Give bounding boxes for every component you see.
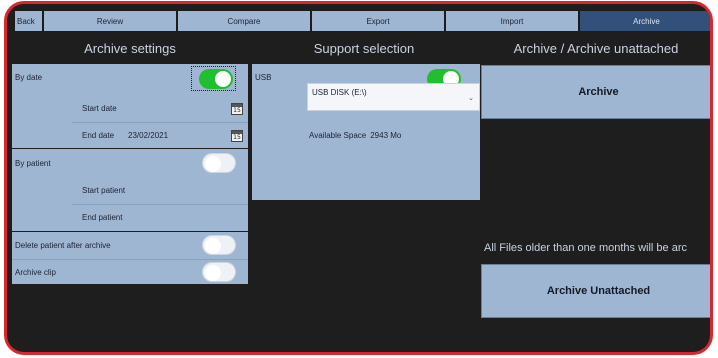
start-date-calendar-icon[interactable]: 15 (231, 103, 243, 115)
archive-clip-label: Archive clip (15, 268, 56, 277)
archive-clip-toggle[interactable] (202, 262, 236, 282)
archive-unattached-button[interactable]: Archive Unattached (481, 264, 710, 318)
by-patient-label: By patient (15, 159, 51, 168)
start-patient-label: Start patient (82, 186, 126, 195)
delete-patient-label: Delete patient after archive (15, 241, 111, 250)
end-date-calendar-icon[interactable]: 15 (231, 130, 243, 142)
support-selection-title: Support selection (313, 41, 415, 56)
start-patient-row: Start patient (82, 177, 125, 204)
by-date-label: By date (15, 73, 43, 82)
archive-settings-panel: By date Start date 15 End date 23/02/202… (12, 64, 248, 284)
archive-panel-title: Archive / Archive unattached (513, 41, 679, 56)
app-window: Back Review Compare Export Import Archiv… (4, 1, 713, 355)
end-patient-row: End patient (82, 204, 122, 231)
start-date-row: Start date (82, 95, 117, 122)
end-date-value[interactable]: 23/02/2021 (128, 131, 168, 140)
archive-info-text: All Files older than one months will be … (484, 242, 687, 254)
support-selection-panel: USB USB DISK (E:\) ⌄ Available Space 294… (252, 64, 480, 200)
usb-device-select[interactable]: USB DISK (E:\) ⌄ (307, 83, 480, 111)
delete-patient-toggle[interactable] (202, 235, 236, 255)
tab-import[interactable]: Import (445, 10, 579, 32)
available-space-value: 2943 Mo (370, 131, 402, 140)
end-patient-label: End patient (82, 213, 123, 222)
chevron-down-icon: ⌄ (468, 95, 474, 102)
archive-button-label: Archive (578, 86, 619, 98)
usb-row: USB (252, 64, 271, 91)
by-date-toggle[interactable] (199, 69, 233, 89)
start-date-label: Start date (82, 104, 117, 113)
end-date-row: End date 23/02/2021 (82, 122, 168, 149)
end-date-label: End date (82, 131, 115, 140)
by-patient-toggle[interactable] (202, 153, 236, 173)
tab-compare[interactable]: Compare (177, 10, 311, 32)
tab-back[interactable]: Back (14, 10, 43, 32)
archive-unattached-label: Archive Unattached (546, 285, 651, 297)
tab-bar: Back Review Compare Export Import Archiv… (14, 10, 710, 32)
available-space-label: Available Space (309, 131, 367, 140)
archive-settings-title: Archive settings (84, 41, 176, 56)
archive-button[interactable]: Archive (481, 65, 710, 119)
tab-export[interactable]: Export (311, 10, 445, 32)
available-space-row: Available Space 2943 Mo (309, 122, 401, 149)
usb-device-value: USB DISK (E:\) (312, 88, 367, 97)
tab-archive[interactable]: Archive (579, 10, 710, 32)
usb-label: USB (255, 73, 272, 82)
tab-review[interactable]: Review (43, 10, 177, 32)
